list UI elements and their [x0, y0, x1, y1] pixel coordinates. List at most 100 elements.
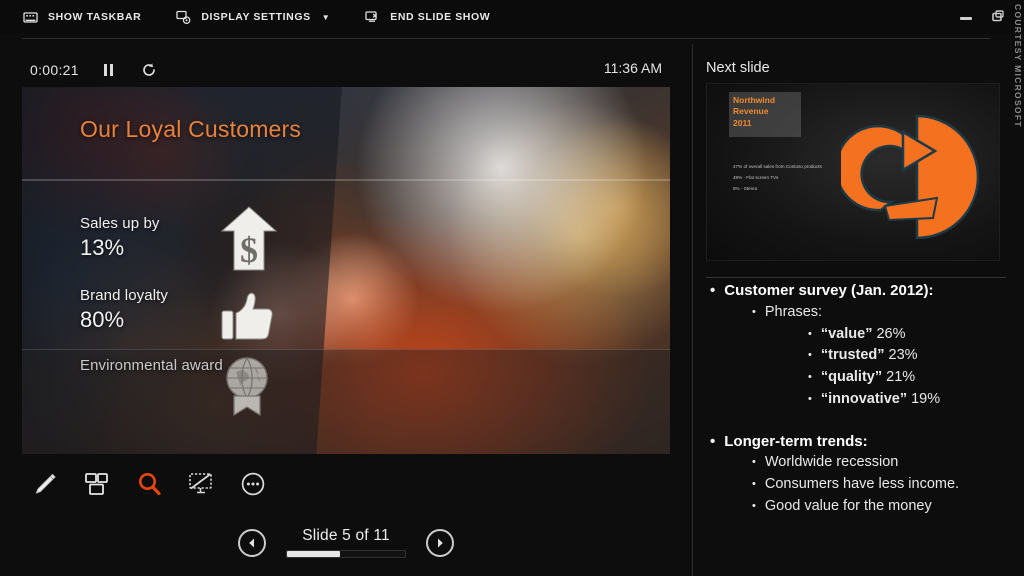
slide-progress-bar[interactable]: [286, 550, 406, 558]
svg-text:$: $: [240, 230, 258, 270]
restore-button[interactable]: [990, 9, 1006, 25]
notes-phrase-percent: 23%: [888, 347, 918, 364]
display-settings-button[interactable]: DISPLAY SETTINGS ▼: [175, 9, 330, 26]
next-slide-button[interactable]: [426, 528, 454, 557]
speaker-notes[interactable]: • Customer survey (Jan. 2012): • Phrases…: [704, 280, 1010, 524]
notes-trend-item: • Worldwide recession: [752, 452, 1010, 474]
end-slideshow-icon: [364, 9, 381, 26]
wall-clock: 11:36 AM: [603, 60, 662, 76]
restart-icon: [142, 63, 155, 76]
globe-medal-icon: [220, 355, 274, 422]
notes-phrase-percent: 19%: [911, 390, 941, 407]
bullet-icon: •: [808, 371, 812, 383]
notes-phrase-item: • “value” 26%: [808, 324, 1010, 346]
notes-phrase-item: • “innovative” 19%: [808, 389, 1010, 411]
end-slideshow-button[interactable]: END SLIDE SHOW: [364, 9, 490, 26]
slide-navigation: Slide 5 of 11: [0, 527, 692, 558]
slide-stat-award: Environmental award: [80, 357, 223, 376]
notes-heading-trends-text: Longer-term trends:: [724, 432, 868, 450]
pen-tool[interactable]: [30, 469, 60, 499]
house-dollar-icon: $: [220, 204, 278, 279]
minimize-button[interactable]: [958, 9, 974, 25]
notes-heading-survey: • Customer survey (Jan. 2012):: [710, 280, 1010, 302]
bullet-icon: •: [808, 349, 812, 362]
restart-timer-button[interactable]: [139, 60, 159, 80]
thumbs-up-icon: [220, 291, 276, 350]
slide-stat-sales-label: Sales up by: [80, 215, 160, 232]
current-slide-pane: 0:00:21 11:36 AM Our Loyal Customers Sal…: [0, 44, 692, 576]
top-toolbar: SHOW TASKBAR DISPLAY SETTINGS ▼ END SLID…: [0, 0, 1024, 34]
slide-overlay-footer-rule: [22, 349, 670, 350]
all-slides-tool[interactable]: [82, 469, 112, 499]
thumbnail-title-line-3: 2011: [733, 117, 752, 128]
thumbnail-body-line-2: 48% - Flat screen TVs: [733, 175, 779, 181]
current-slide[interactable]: Our Loyal Customers Sales up by 13% $ Br…: [22, 87, 670, 454]
toolbar-divider: [22, 38, 990, 39]
revenue-pie-chart-graphic: [834, 102, 991, 252]
notes-phrase-percent: 26%: [876, 325, 906, 342]
bullet-icon: •: [752, 305, 756, 318]
bullet-icon: •: [752, 499, 756, 512]
thumbnail-title: Northwind Revenue 2011: [733, 95, 775, 129]
notes-block-trends: • Longer-term trends: • Worldwide recess…: [704, 431, 1010, 518]
notes-trend-text: Good value for the money: [764, 497, 932, 514]
notes-phrase-term: “quality”: [820, 369, 883, 385]
elapsed-time: 0:00:21: [30, 62, 79, 78]
notes-heading-trends: • Longer-term trends:: [710, 431, 1010, 453]
notes-trend-item: • Consumers have less income.: [752, 474, 1010, 496]
display-settings-icon: [175, 9, 192, 26]
notes-phrase-term: “innovative”: [820, 390, 908, 407]
notes-phrase-term: “value”: [820, 325, 873, 342]
chevron-right-icon: [438, 538, 443, 547]
next-slide-thumbnail[interactable]: Northwind Revenue 2011 47% of overall sa…: [706, 83, 1000, 261]
notes-trend-item: • Good value for the money: [752, 496, 1010, 518]
slide-stat-sales: Sales up by 13%: [80, 215, 159, 261]
slide-stat-award-label: Environmental award: [80, 357, 223, 374]
previous-slide-button[interactable]: [238, 528, 266, 557]
taskbar-icon: [22, 9, 39, 26]
chevron-left-icon: [249, 538, 254, 547]
thumbnail-title-line-1: Northwind: [733, 95, 776, 105]
timer-bar: 0:00:21 11:36 AM: [0, 56, 692, 84]
pane-divider: [692, 44, 693, 576]
more-options-tool[interactable]: [238, 469, 268, 499]
slide-title: Our Loyal Customers: [80, 116, 302, 142]
notes-sub-phrases: • Phrases:: [752, 302, 1010, 324]
slide-stat-sales-value: 13%: [80, 234, 125, 260]
pause-timer-button[interactable]: [99, 60, 119, 80]
courtesy-watermark: COURTESY MICROSOFT: [1013, 4, 1023, 128]
chevron-down-icon: ▼: [321, 12, 331, 22]
notes-sub-phrases-text: Phrases:: [764, 303, 823, 320]
notes-block-survey: • Customer survey (Jan. 2012): • Phrases…: [704, 280, 1010, 411]
notes-trend-text: Consumers have less income.: [764, 476, 960, 492]
bullet-icon: •: [752, 456, 756, 469]
restore-icon: [992, 10, 1004, 22]
presenter-view-window: SHOW TASKBAR DISPLAY SETTINGS ▼ END SLID…: [0, 0, 1024, 576]
thumbnail-body-line-1: 47% of overall sales from Contoso produc…: [733, 164, 822, 169]
window-controls: [958, 0, 1006, 34]
slide-stat-loyalty-value: 80%: [80, 306, 125, 332]
notes-divider-top: [706, 277, 1006, 278]
pause-icon: [104, 64, 114, 76]
zoom-tool[interactable]: [134, 469, 164, 499]
notes-phrase-item: • “quality” 21%: [808, 367, 1010, 389]
notes-trend-text: Worldwide recession: [764, 454, 899, 471]
show-taskbar-button[interactable]: SHOW TASKBAR: [22, 9, 141, 26]
end-slideshow-label: END SLIDE SHOW: [390, 11, 491, 23]
next-slide-heading: Next slide: [706, 60, 770, 76]
bullet-icon: •: [808, 327, 812, 340]
next-slide-pane: Next slide Northwind Revenue 2011 47% of…: [700, 44, 1012, 576]
slideshow-tools: [30, 469, 268, 499]
display-settings-label: DISPLAY SETTINGS: [201, 11, 311, 23]
minimize-icon: [960, 17, 972, 20]
bullet-icon: •: [710, 282, 716, 299]
bullet-icon: •: [752, 478, 756, 490]
thumbnail-body: 47% of overall sales from Contoso produc…: [733, 163, 837, 196]
bullet-icon: •: [710, 432, 716, 450]
thumbnail-title-line-2: Revenue: [733, 106, 769, 117]
notes-phrase-item: • “trusted” 23%: [808, 345, 1010, 367]
black-screen-tool[interactable]: [186, 469, 216, 499]
slide-stat-loyalty-label: Brand loyalty: [80, 287, 169, 304]
slide-overlay-rule: [22, 179, 670, 181]
notes-phrase-percent: 21%: [886, 369, 916, 385]
